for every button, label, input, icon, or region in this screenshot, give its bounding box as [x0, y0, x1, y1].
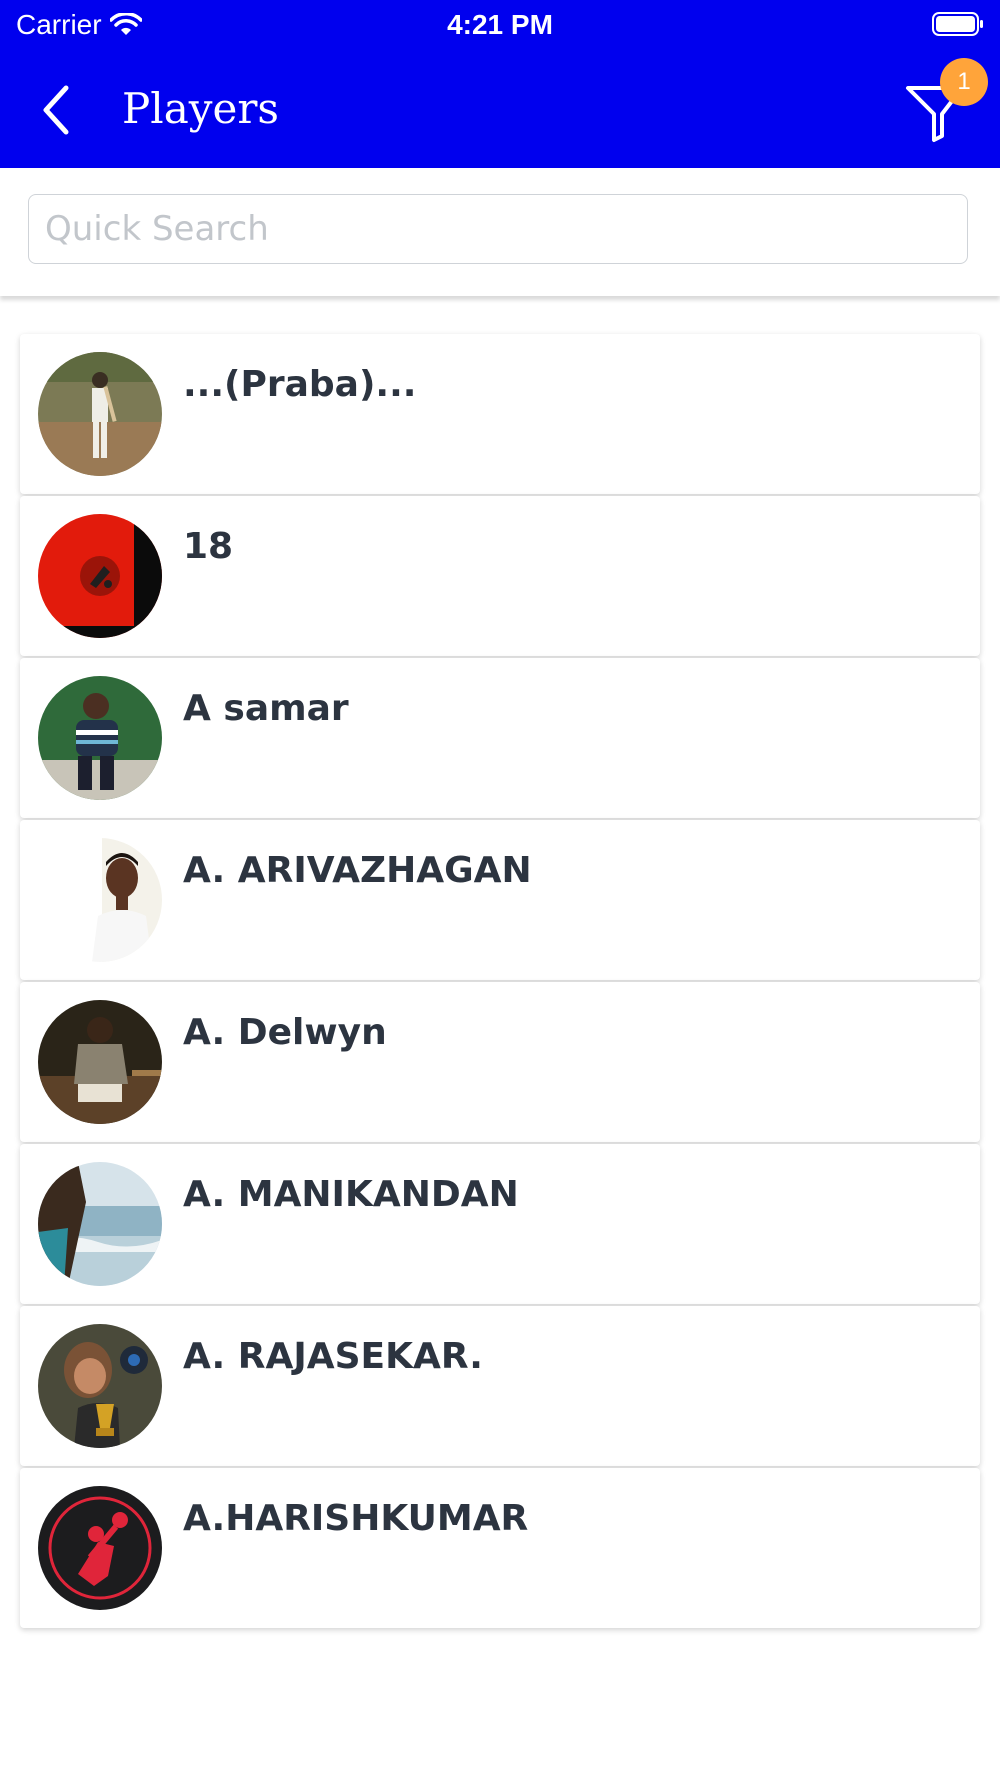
clock: 4:21 PM	[447, 9, 553, 40]
player-name: A.HARISHKUMAR	[183, 1498, 529, 1539]
navigation-bar: Players	[0, 56, 1000, 166]
player-name: A. MANIKANDAN	[183, 1174, 519, 1215]
player-avatar	[38, 514, 162, 638]
player-name: A. RAJASEKAR.	[183, 1336, 483, 1377]
player-card[interactable]: A. MANIKANDAN	[20, 1144, 980, 1304]
player-name: A samar	[183, 688, 349, 729]
player-card[interactable]: A. ARIVAZHAGAN	[20, 820, 980, 980]
person-photo-icon	[38, 838, 162, 962]
player-avatar	[38, 838, 162, 962]
person-photo-icon	[38, 676, 162, 800]
player-name: ...(Praba)...	[183, 364, 417, 405]
status-bar: Carrier 4:21 PM	[0, 0, 1000, 50]
player-name: 18	[183, 526, 234, 567]
cricketer-photo-icon	[38, 352, 162, 476]
player-name: A. Delwyn	[183, 1012, 387, 1053]
player-card[interactable]: A. RAJASEKAR.	[20, 1306, 980, 1466]
child-trophy-photo-icon	[38, 1324, 162, 1448]
player-name: A. ARIVAZHAGAN	[183, 850, 532, 891]
chevron-left-icon	[43, 85, 69, 135]
player-avatar	[38, 1162, 162, 1286]
player-card[interactable]: A. Delwyn	[20, 982, 980, 1142]
search-input[interactable]	[28, 194, 968, 264]
filter-count-badge: 1	[940, 58, 988, 106]
team-logo-icon	[38, 514, 162, 638]
player-card[interactable]: ...(Praba)...	[20, 334, 980, 494]
player-avatar	[38, 676, 162, 800]
player-avatar	[38, 1324, 162, 1448]
back-button[interactable]	[34, 82, 88, 138]
player-card[interactable]: A.HARISHKUMAR	[20, 1468, 980, 1628]
person-photo-icon	[38, 1000, 162, 1124]
search-bar	[0, 168, 1000, 296]
player-avatar	[38, 352, 162, 476]
player-avatar	[38, 1000, 162, 1124]
app-header: Carrier 4:21 PM Players 1	[0, 0, 1000, 168]
player-card[interactable]: 18	[20, 496, 980, 656]
page-title: Players	[122, 84, 279, 133]
player-avatar	[38, 1486, 162, 1610]
beach-photo-icon	[38, 1162, 162, 1286]
player-card[interactable]: A samar	[20, 658, 980, 818]
cricket-logo-icon	[38, 1486, 162, 1610]
battery-icon	[932, 12, 983, 36]
